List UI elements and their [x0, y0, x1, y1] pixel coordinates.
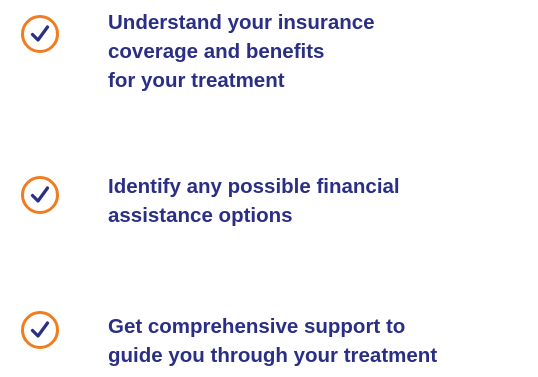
- list-item-line: for your treatment: [108, 69, 285, 92]
- check-circle-icon: [20, 14, 60, 54]
- list-item-text: Understand your insurance coverage and b…: [108, 8, 375, 95]
- list-item-line: coverage and benefits: [108, 40, 325, 63]
- list-item-line: assistance options: [108, 204, 293, 227]
- list-item-line: Understand your insurance: [108, 11, 375, 34]
- list-item-line: Get comprehensive support to: [108, 315, 406, 338]
- list-item-line: Identify any possible financial: [108, 175, 400, 198]
- list-item-line: guide you through your treatment: [108, 344, 438, 367]
- check-circle-icon: [20, 310, 60, 350]
- list-item-text: Identify any possible financial assistan…: [108, 172, 400, 230]
- check-circle-icon: [20, 175, 60, 215]
- benefits-list: Understand your insurance coverage and b…: [0, 0, 538, 377]
- list-item-text: Get comprehensive support to guide you t…: [108, 312, 437, 370]
